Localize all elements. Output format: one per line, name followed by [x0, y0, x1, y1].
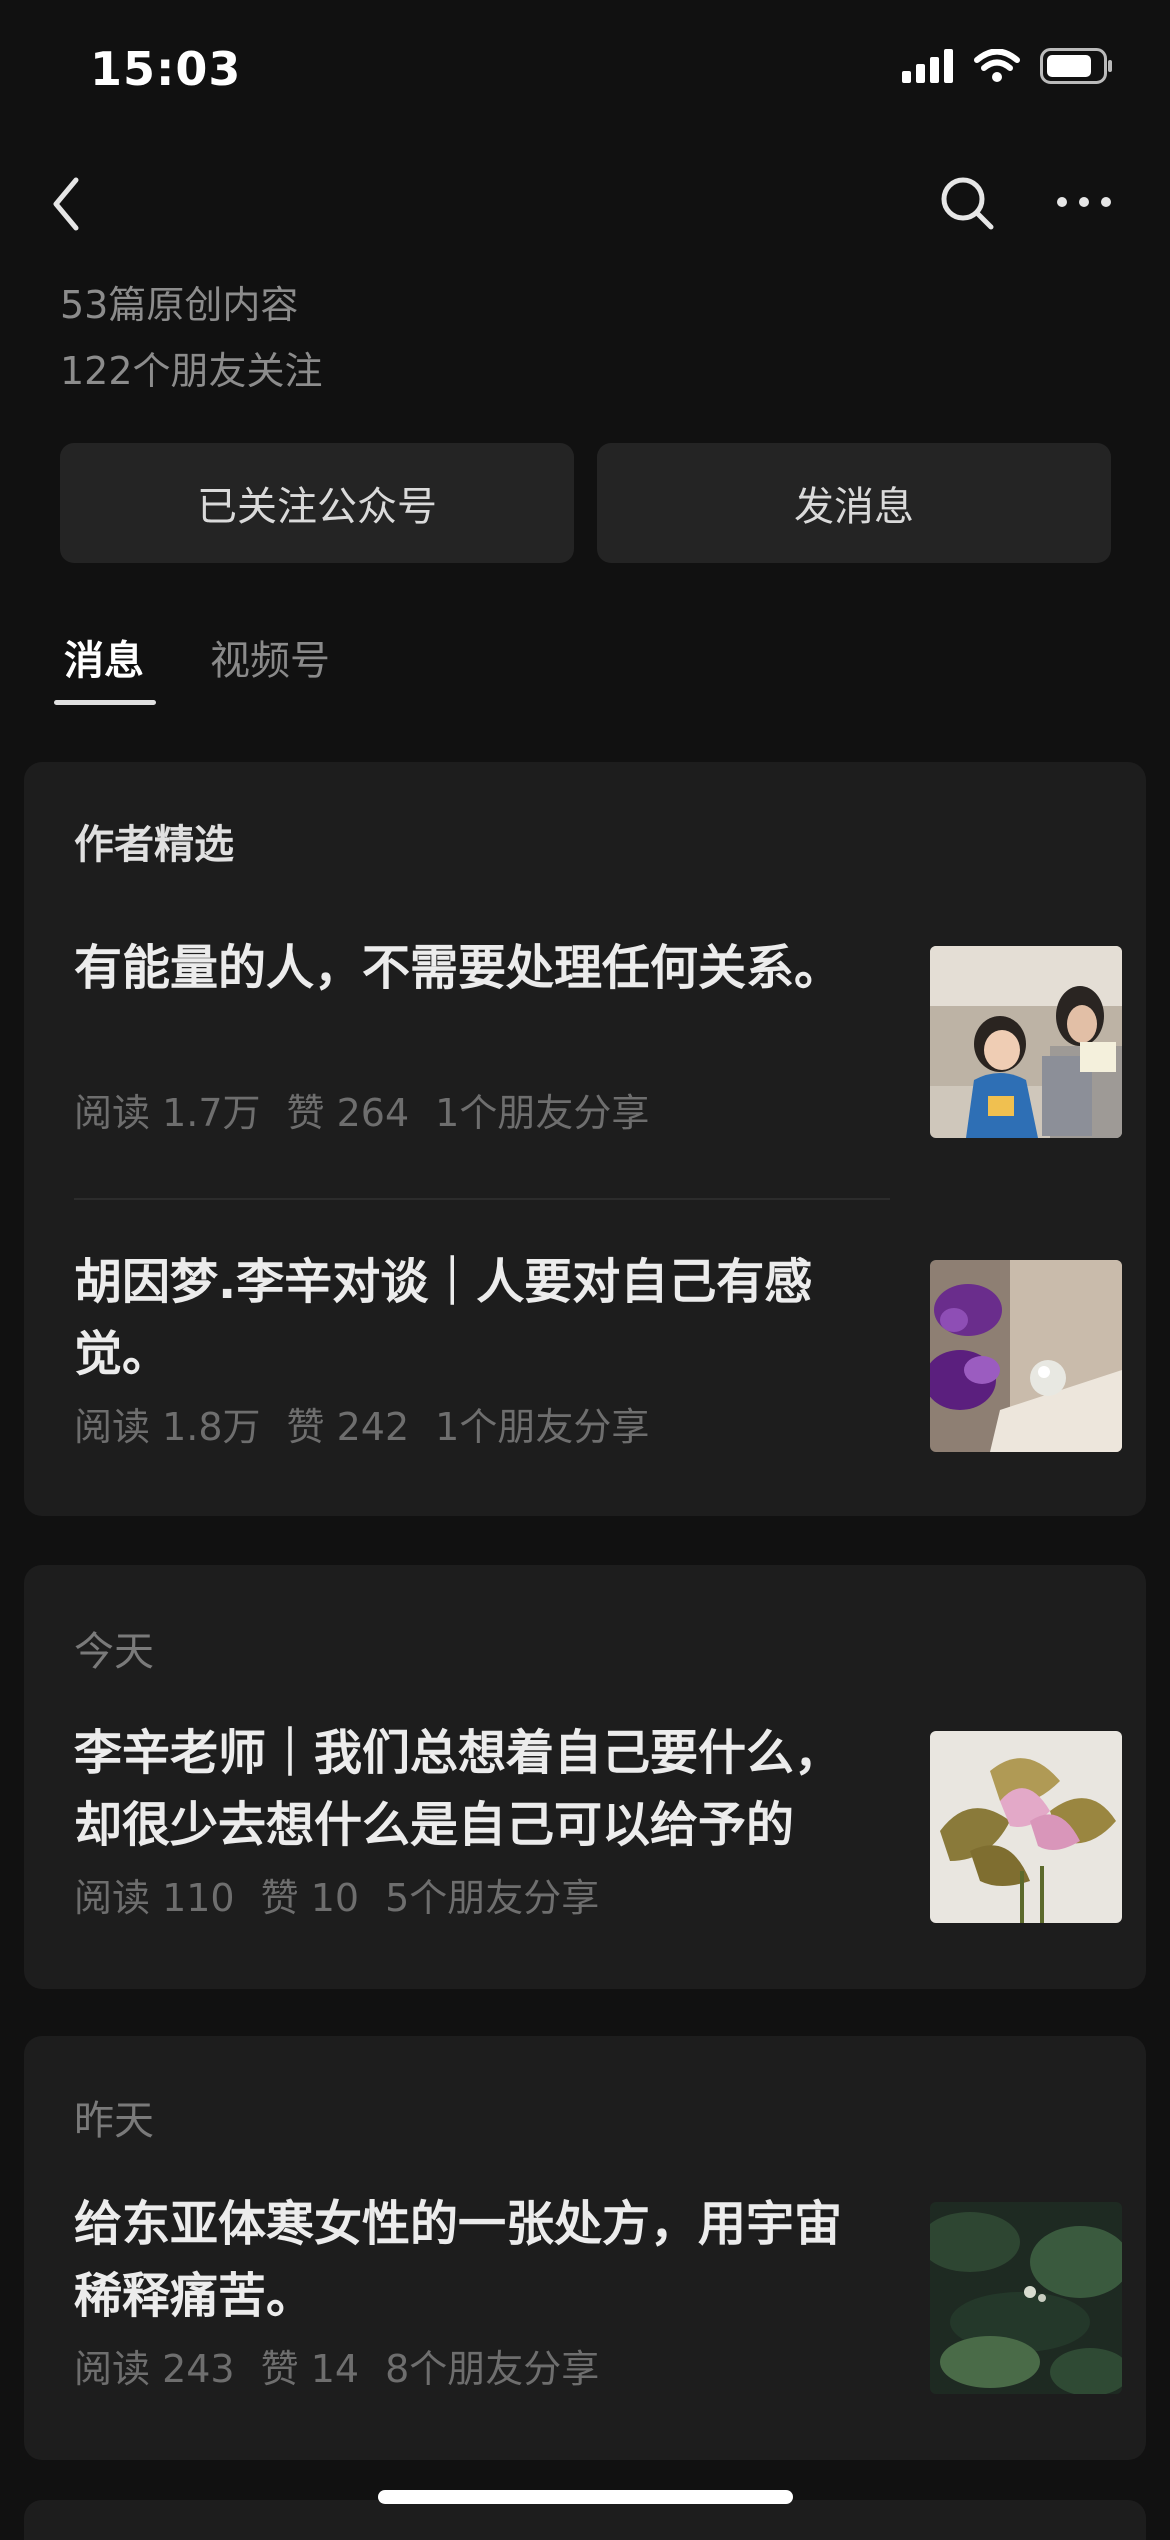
friend-share-count: 8个朋友分享	[385, 2347, 600, 2391]
status-bar: 15:03	[0, 0, 1170, 140]
original-count: 53篇原创内容	[60, 283, 299, 327]
article-meta: 阅读 110 赞 10 5个朋友分享	[74, 1867, 625, 1922]
photo-child-and-woman-thumbnail	[930, 946, 1122, 1138]
article-title: 李辛老师｜我们总想着自己要什么，却很少去想什么是自己可以给予的	[74, 1725, 843, 1853]
photo-purple-flower-thumbnail	[930, 1260, 1122, 1452]
article-thumbnail	[930, 1260, 1122, 1452]
author-picks-heading: 作者精选	[74, 822, 234, 868]
article-thumbnail	[930, 946, 1122, 1138]
article-title: 胡因梦.李辛对谈｜人要对自己有感觉。	[74, 1254, 813, 1382]
article-item[interactable]: 给东亚体寒女性的一张处方，用宇宙稀释痛苦。 阅读 243 赞 14 8个朋友分享	[74, 2188, 1124, 2410]
yesterday-card: 昨天 给东亚体寒女性的一张处方，用宇宙稀释痛苦。 阅读 243 赞 14 8个朋友分…	[24, 2036, 1146, 2460]
article-item[interactable]: 李辛老师｜我们总想着自己要什么，却很少去想什么是自己可以给予的 阅读 110 赞 …	[74, 1717, 1124, 1939]
friends-following-count: 122个朋友关注	[60, 349, 323, 393]
article-divider	[74, 1198, 890, 1200]
active-tab-indicator	[54, 700, 156, 705]
article-item[interactable]: 有能量的人，不需要处理任何关系。 阅读 1.7万赞 264 1个朋友分享	[74, 932, 1124, 1154]
today-heading: 今天	[74, 1629, 154, 1675]
article-meta: 阅读 1.8万赞 242 1个朋友分享	[74, 1396, 675, 1451]
status-icons	[902, 48, 1114, 84]
followed-account-button[interactable]: 已关注公众号	[60, 443, 574, 563]
send-message-button[interactable]: 发消息	[597, 443, 1111, 563]
photo-green-foliage-thumbnail	[930, 2202, 1122, 2394]
like-count: 赞 242	[286, 1405, 410, 1449]
like-count: 赞 264	[286, 1091, 410, 1135]
read-count: 阅读 1.7万	[74, 1091, 261, 1135]
friend-share-count: 1个朋友分享	[435, 1091, 650, 1135]
back-chevron-icon[interactable]	[44, 168, 88, 240]
read-count: 阅读 110	[74, 1876, 235, 1920]
account-stats: 53篇原创内容 122个朋友关注	[60, 272, 323, 404]
article-meta: 阅读 243 赞 14 8个朋友分享	[74, 2338, 625, 2393]
cellular-signal-icon	[902, 49, 953, 83]
home-indicator[interactable]	[378, 2490, 793, 2504]
article-thumbnail	[930, 1731, 1122, 1923]
photo-lilies-thumbnail	[930, 1731, 1122, 1923]
wifi-icon	[974, 49, 1020, 82]
yesterday-heading: 昨天	[74, 2098, 154, 2144]
article-thumbnail	[930, 2202, 1122, 2394]
tab-messages[interactable]: 消息	[64, 628, 144, 686]
nav-bar	[0, 160, 1170, 250]
today-card: 今天 李辛老师｜我们总想着自己要什么，却很少去想什么是自己可以给予的 阅读 11…	[24, 1565, 1146, 1989]
article-meta: 阅读 1.7万赞 264 1个朋友分享	[74, 1082, 675, 1137]
read-count: 阅读 1.8万	[74, 1405, 261, 1449]
status-time: 15:03	[90, 42, 242, 96]
more-icon[interactable]	[1054, 182, 1114, 222]
article-title: 给东亚体寒女性的一张处方，用宇宙稀释痛苦。	[74, 2196, 843, 2324]
next-card-edge	[24, 2500, 1146, 2540]
read-count: 阅读 243	[74, 2347, 235, 2391]
search-icon[interactable]	[938, 174, 996, 232]
friend-share-count: 1个朋友分享	[435, 1405, 650, 1449]
article-title: 有能量的人，不需要处理任何关系。	[74, 940, 843, 996]
friend-share-count: 5个朋友分享	[385, 1876, 600, 1920]
battery-icon	[1040, 48, 1112, 84]
like-count: 赞 10	[260, 1876, 360, 1920]
article-item[interactable]: 胡因梦.李辛对谈｜人要对自己有感觉。 阅读 1.8万赞 242 1个朋友分享	[74, 1246, 1124, 1468]
author-picks-card: 作者精选 有能量的人，不需要处理任何关系。 阅读 1.7万赞 264 1个朋友分享	[24, 762, 1146, 1516]
like-count: 赞 14	[260, 2347, 360, 2391]
tab-channels[interactable]: 视频号	[210, 628, 330, 686]
